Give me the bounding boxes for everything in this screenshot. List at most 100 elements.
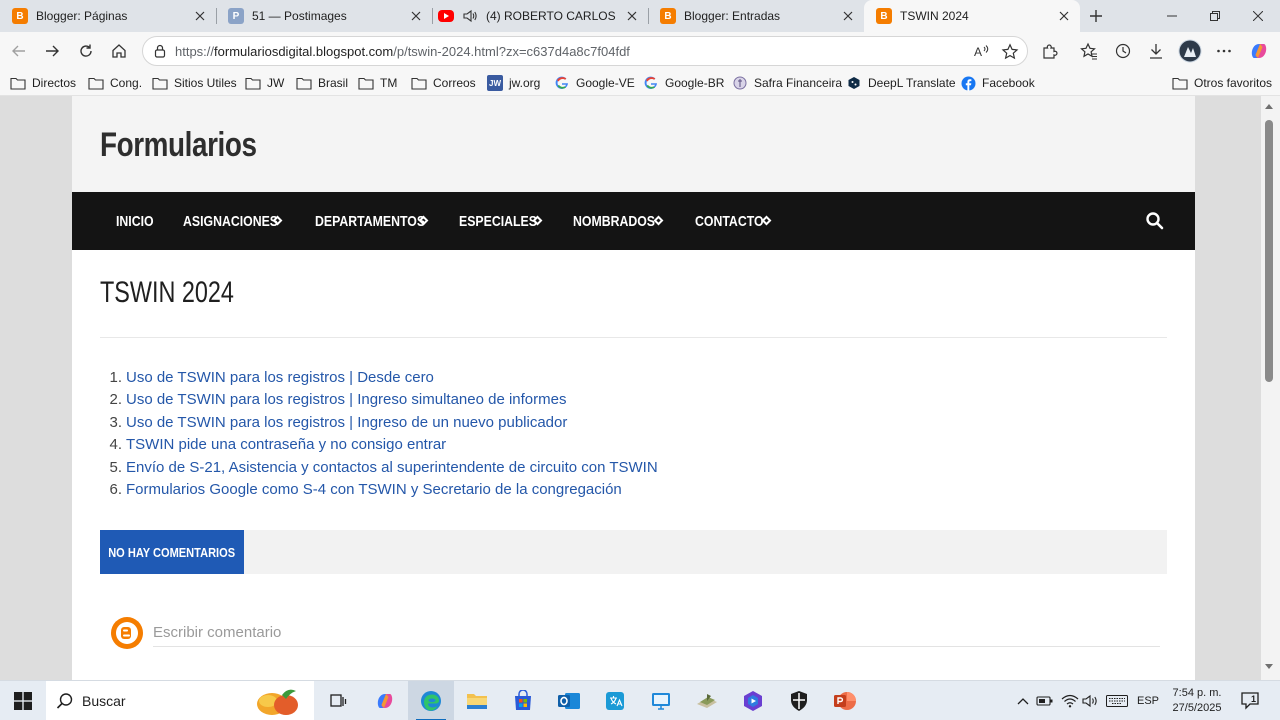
- nav-item-nombrados[interactable]: NOMBRADOS: [573, 192, 673, 250]
- page-scrollbar[interactable]: [1261, 96, 1280, 680]
- nav-item-departamentos[interactable]: DEPARTAMENTOS: [315, 192, 449, 250]
- url-text[interactable]: https://formulariosdigital.blogspot.com/…: [175, 44, 630, 59]
- address-bar[interactable]: https://formulariosdigital.blogspot.com/…: [142, 36, 1028, 66]
- bookmark-folder[interactable]: JW: [245, 74, 284, 92]
- start-button[interactable]: [0, 681, 46, 720]
- back-button[interactable]: [4, 36, 34, 66]
- deepl-icon: [846, 75, 862, 91]
- bookmark-folder[interactable]: TM: [358, 74, 397, 92]
- bookmark-folder[interactable]: Cong.: [88, 74, 142, 92]
- post-link[interactable]: Formularios Google como S-4 con TSWIN y …: [126, 481, 622, 498]
- close-tab-icon[interactable]: [408, 8, 424, 24]
- nav-item-contacto[interactable]: CONTACTO: [695, 192, 779, 250]
- home-button[interactable]: [104, 36, 134, 66]
- post-link[interactable]: Uso de TSWIN para los registros | Ingres…: [126, 414, 567, 431]
- edge-app[interactable]: [408, 681, 454, 720]
- notifications-button[interactable]: 1: [1238, 681, 1264, 720]
- downloads-button[interactable]: [1141, 36, 1171, 66]
- bookmark-folder[interactable]: Directos: [10, 74, 76, 92]
- comment-box[interactable]: Escribir comentario: [110, 616, 1160, 649]
- outlook-app[interactable]: [546, 681, 592, 720]
- app-clipchamp[interactable]: [730, 681, 776, 720]
- new-tab-button[interactable]: [1080, 0, 1112, 32]
- blog-page: Formularios INICIO ASIGNACIONES DEPARTAM…: [72, 96, 1195, 680]
- tab-title: TSWIN 2024: [900, 9, 969, 23]
- post-link[interactable]: Uso de TSWIN para los registros | Desde …: [126, 369, 434, 386]
- network-indicator[interactable]: [1059, 681, 1081, 720]
- chevron-up-icon: [1017, 698, 1029, 705]
- scroll-down-arrow-icon[interactable]: [1265, 664, 1273, 669]
- close-tab-icon[interactable]: [1056, 8, 1072, 24]
- favorite-star-icon[interactable]: [1001, 43, 1019, 61]
- profile-button[interactable]: [1175, 36, 1205, 66]
- browser-tab-strip: B Blogger: Páginas P 51 — Postimages (4)…: [0, 0, 1280, 32]
- post-link[interactable]: Envío de S-21, Asistencia y contactos al…: [126, 459, 658, 476]
- bookmark-folder[interactable]: Brasil: [296, 74, 348, 92]
- app-remote-desktop[interactable]: [638, 681, 684, 720]
- app-game[interactable]: [684, 681, 730, 720]
- windows-security-app[interactable]: [776, 681, 822, 720]
- close-tab-icon[interactable]: [192, 8, 208, 24]
- bookmark-link[interactable]: JW jw.org: [487, 74, 540, 92]
- read-aloud-icon[interactable]: A: [973, 43, 991, 61]
- minimize-button[interactable]: [1150, 0, 1194, 32]
- history-button[interactable]: [1108, 36, 1138, 66]
- search-icon[interactable]: [1145, 211, 1165, 231]
- browser-tab-active[interactable]: B TSWIN 2024: [864, 0, 1080, 32]
- refresh-button[interactable]: [71, 36, 101, 66]
- comment-placeholder[interactable]: Escribir comentario: [153, 624, 281, 641]
- comments-tab[interactable]: NO HAY COMENTARIOS: [100, 530, 244, 574]
- bookmark-link[interactable]: Google-VE: [554, 74, 635, 92]
- browser-tab[interactable]: B Blogger: Entradas: [648, 0, 864, 32]
- nav-item-inicio[interactable]: INICIO: [116, 192, 162, 250]
- settings-menu-button[interactable]: [1209, 36, 1239, 66]
- close-tab-icon[interactable]: [840, 8, 856, 24]
- bookmark-folder[interactable]: Sitios Utiles: [152, 74, 237, 92]
- powerpoint-app[interactable]: [822, 681, 868, 720]
- volume-indicator[interactable]: [1081, 681, 1101, 720]
- extensions-button[interactable]: [1035, 36, 1065, 66]
- bookmark-label: Directos: [32, 76, 77, 90]
- list-number: 4.: [109, 436, 122, 454]
- taskbar-search[interactable]: Buscar: [46, 681, 314, 720]
- bookmark-link[interactable]: Safra Financeira: [732, 74, 842, 92]
- bookmark-folder[interactable]: Correos: [411, 74, 476, 92]
- browser-tab[interactable]: P 51 — Postimages: [216, 0, 432, 32]
- site-info-icon[interactable]: [152, 43, 168, 59]
- jw-icon: JW: [487, 75, 503, 91]
- copilot-app[interactable]: [362, 681, 408, 720]
- nav-item-asignaciones[interactable]: ASIGNACIONES: [183, 192, 299, 250]
- nav-item-especiales[interactable]: ESPECIALES: [459, 192, 554, 250]
- forward-button[interactable]: [37, 36, 67, 66]
- app-translator[interactable]: [592, 681, 638, 720]
- browser-tab[interactable]: (4) ROBERTO CARLOS EN C: [432, 0, 648, 32]
- close-tab-icon[interactable]: [624, 8, 640, 24]
- other-favorites-folder[interactable]: Otros favoritos: [1172, 74, 1272, 92]
- post-link[interactable]: Uso de TSWIN para los registros | Ingres…: [126, 391, 566, 408]
- show-hidden-icons[interactable]: [1013, 681, 1033, 720]
- taskbar-clock[interactable]: 7:54 p. m. 27/5/2025: [1160, 686, 1234, 716]
- safra-icon: [732, 75, 748, 91]
- plus-icon: [1090, 10, 1102, 22]
- back-arrow-icon: [12, 45, 25, 57]
- bookmark-link[interactable]: Google-BR: [643, 74, 724, 92]
- blog-title[interactable]: Formularios: [100, 126, 257, 165]
- browser-tab[interactable]: B Blogger: Páginas: [0, 0, 216, 32]
- input-language[interactable]: ESP: [1134, 681, 1162, 720]
- bookmark-link[interactable]: Facebook: [960, 74, 1035, 92]
- scroll-up-arrow-icon[interactable]: [1265, 104, 1273, 109]
- task-view-button[interactable]: [315, 681, 361, 720]
- favorites-button[interactable]: [1074, 36, 1104, 66]
- scrollbar-thumb[interactable]: [1265, 120, 1273, 382]
- copilot-button[interactable]: [1244, 36, 1274, 66]
- post-link[interactable]: TSWIN pide una contraseña y no consigo e…: [126, 436, 446, 453]
- restore-button[interactable]: [1193, 0, 1237, 32]
- bookmark-link[interactable]: DeepL Translate: [846, 74, 956, 92]
- tab-title: Blogger: Entradas: [684, 9, 781, 23]
- close-window-button[interactable]: [1236, 0, 1280, 32]
- keyboard-indicator[interactable]: [1104, 681, 1130, 720]
- microsoft-store-app[interactable]: [500, 681, 546, 720]
- battery-indicator[interactable]: [1035, 681, 1055, 720]
- speaker-icon[interactable]: [462, 8, 478, 24]
- file-explorer-app[interactable]: [454, 681, 500, 720]
